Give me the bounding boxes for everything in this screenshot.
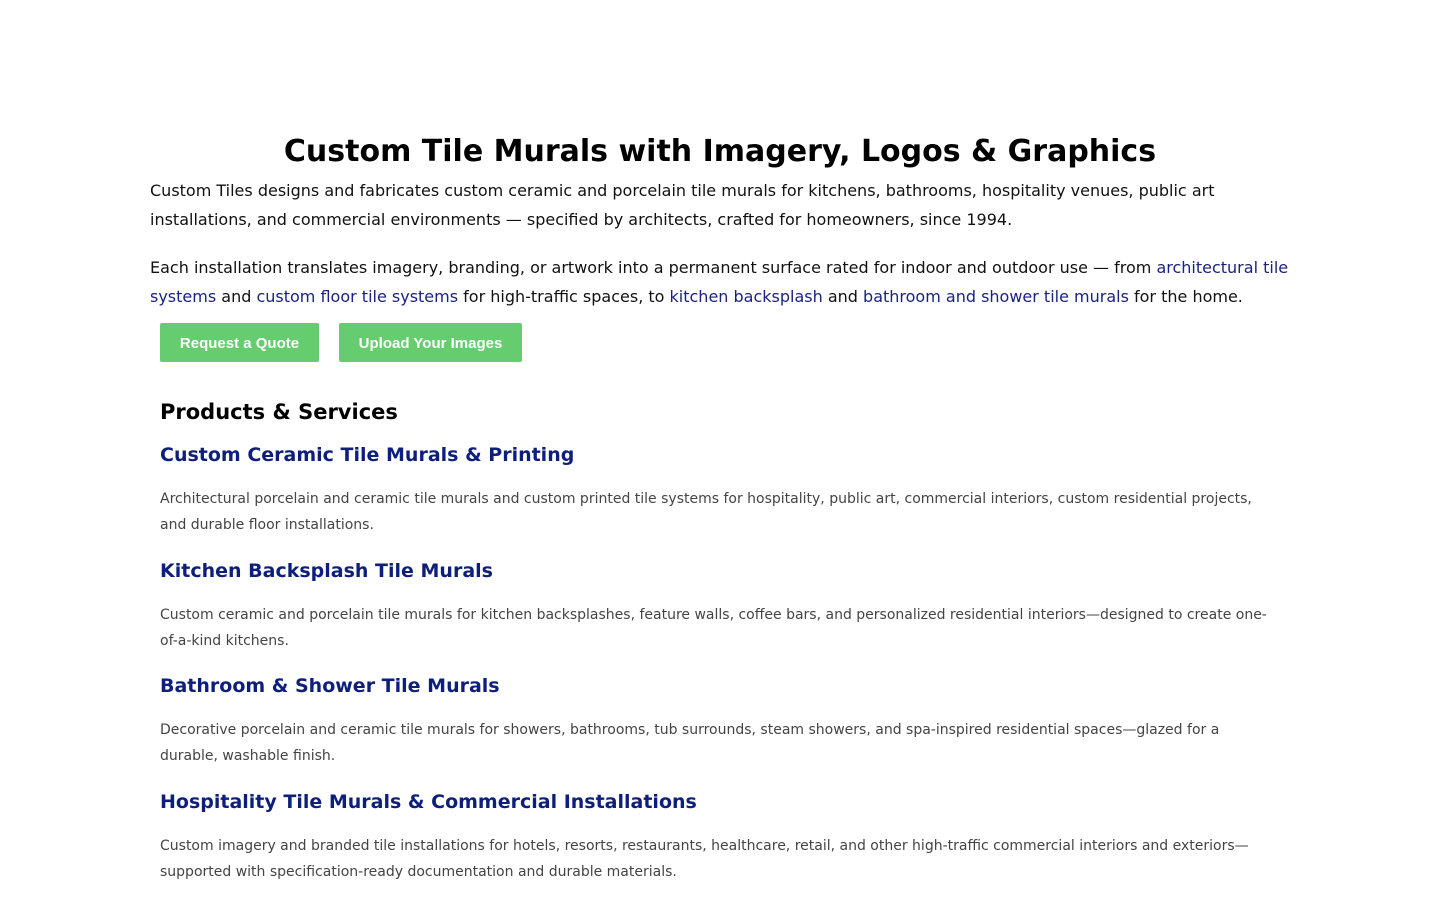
request-quote-button[interactable]: Request a Quote	[160, 323, 319, 362]
upload-images-button[interactable]: Upload Your Images	[339, 323, 522, 362]
service-title-link[interactable]: Bathroom & Shower Tile Murals	[160, 675, 500, 697]
service-description: Decorative porcelain and ceramic tile mu…	[160, 722, 1220, 764]
service-description: Architectural porcelain and ceramic tile…	[160, 491, 1252, 533]
kitchen-backsplash-link[interactable]: kitchen backsplash	[670, 287, 823, 306]
intro2-text-3: for high-traffic spaces, to	[458, 286, 670, 306]
service-title-link[interactable]: Kitchen Backsplash Tile Murals	[160, 560, 493, 582]
page-title: Custom Tile Murals with Imagery, Logos &…	[283, 134, 1157, 169]
products-services-heading: Products & Services	[160, 400, 398, 424]
service-item: Kitchen Backsplash Tile Murals Custom ce…	[160, 559, 1270, 654]
service-item: Bathroom & Shower Tile Murals Decorative…	[160, 674, 1270, 769]
service-title: Hospitality Tile Murals & Commercial Ins…	[160, 790, 1270, 814]
bathroom-shower-tile-murals-link[interactable]: bathroom and shower tile murals	[863, 287, 1129, 306]
service-description: Custom imagery and branded tile installa…	[160, 838, 1249, 880]
service-description: Custom ceramic and porcelain tile murals…	[160, 607, 1267, 649]
intro-paragraph: Custom Tiles designs and fabricates cust…	[150, 181, 1215, 229]
service-title: Bathroom & Shower Tile Murals	[160, 674, 1270, 698]
intro-links-paragraph: Each installation translates imagery, br…	[150, 254, 1292, 311]
intro2-text-5: for the home.	[1128, 286, 1243, 306]
service-title-link[interactable]: Custom Ceramic Tile Murals & Printing	[160, 444, 574, 466]
service-item: Custom Ceramic Tile Murals & Printing Ar…	[160, 443, 1270, 538]
service-title: Custom Ceramic Tile Murals & Printing	[160, 443, 1270, 467]
intro2-text-4: and	[822, 286, 864, 306]
service-item: Hospitality Tile Murals & Commercial Ins…	[160, 790, 1270, 885]
service-title: Kitchen Backsplash Tile Murals	[160, 559, 1270, 583]
intro2-text-2: and	[216, 286, 257, 306]
intro2-text-1: Each installation translates imagery, br…	[150, 258, 1157, 277]
custom-floor-tile-systems-link[interactable]: custom floor tile systems	[256, 287, 458, 306]
service-title-link[interactable]: Hospitality Tile Murals & Commercial Ins…	[160, 791, 697, 813]
